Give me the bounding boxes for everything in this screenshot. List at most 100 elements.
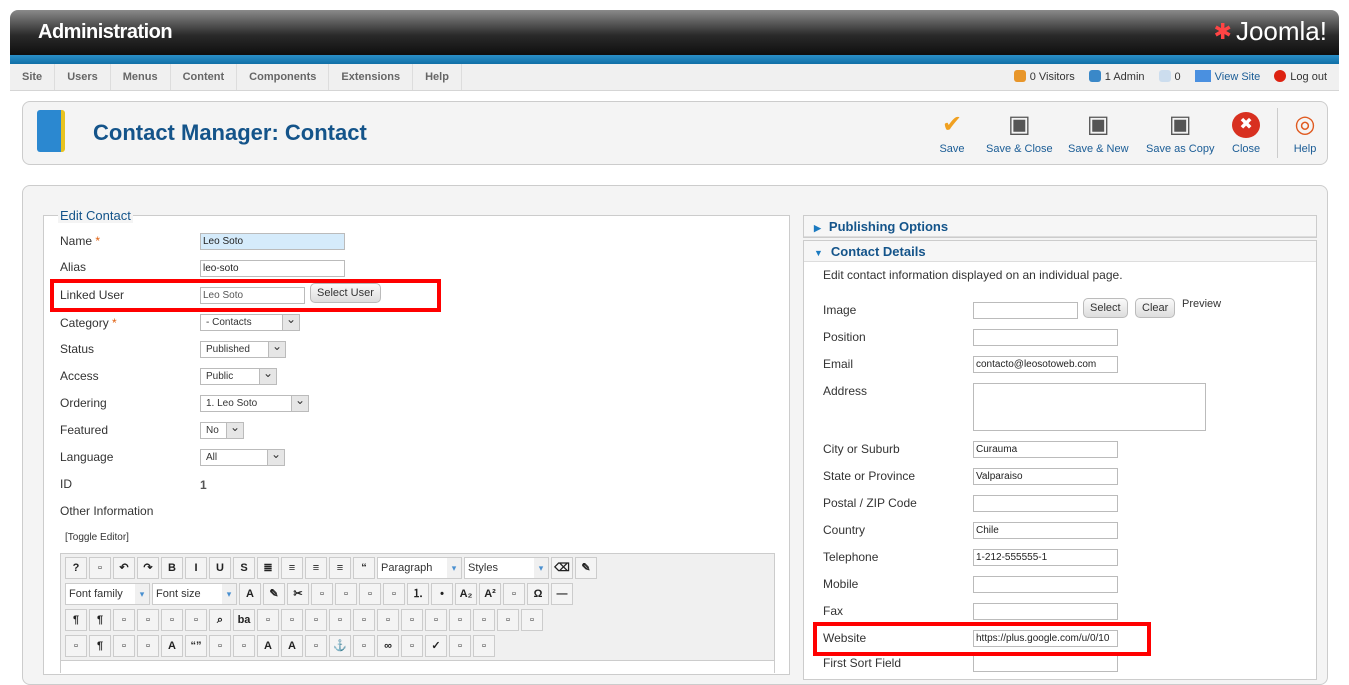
align-center-icon[interactable]: ≡ [281, 557, 303, 579]
alias-input[interactable]: leo-soto [200, 260, 345, 277]
ltr-icon[interactable]: ¶ [65, 609, 87, 631]
contact-details-header[interactable]: ▼ Contact Details [804, 241, 1316, 262]
text-color-icon[interactable]: A [239, 583, 261, 605]
cite-icon[interactable]: “” [185, 635, 207, 657]
preview-icon[interactable]: ▫ [137, 609, 159, 631]
editor-content-area[interactable] [61, 660, 774, 674]
publishing-options-panel[interactable]: ▶ Publishing Options [803, 215, 1317, 238]
insert-row-after-icon[interactable]: ▫ [377, 609, 399, 631]
font-size-select[interactable]: Font size [152, 583, 237, 605]
acronym-icon[interactable]: ▫ [233, 635, 255, 657]
layer-forward-icon[interactable]: ▫ [473, 635, 495, 657]
unlink-icon[interactable]: ▫ [353, 635, 375, 657]
link-icon[interactable]: ∞ [377, 635, 399, 657]
split-cells-icon[interactable]: ▫ [521, 609, 543, 631]
ins-icon[interactable]: A [281, 635, 303, 657]
postal-zip-code-input[interactable] [973, 495, 1118, 512]
language-select[interactable]: All [200, 449, 285, 466]
subscript-icon[interactable]: A₂ [455, 583, 477, 605]
status-select[interactable]: Published [200, 341, 286, 358]
row-before-icon[interactable]: ▫ [305, 609, 327, 631]
align-left-icon[interactable]: ≡ [305, 557, 327, 579]
mobile-input[interactable] [973, 576, 1118, 593]
fullscreen-icon[interactable]: ▫ [113, 609, 135, 631]
country-input[interactable]: Chile [973, 522, 1118, 539]
help-button[interactable]: ◎ Help [1291, 112, 1319, 156]
code-icon[interactable]: ▫ [161, 609, 183, 631]
abbr-icon[interactable]: ▫ [209, 635, 231, 657]
close-button[interactable]: ✖ Close [1232, 112, 1260, 155]
telephone-input[interactable]: 1-212-555555-1 [973, 549, 1118, 566]
font-family-select[interactable]: Font family [65, 583, 150, 605]
ordering-select[interactable]: 1. Leo Soto [200, 395, 309, 412]
pagebreak-icon[interactable]: ▫ [137, 635, 159, 657]
undo-icon[interactable]: ↶ [113, 557, 135, 579]
state-or-province-input[interactable]: Valparaiso [973, 468, 1118, 485]
spellcheck-icon[interactable]: ✓ [425, 635, 447, 657]
paragraph-select[interactable]: Paragraph [377, 557, 462, 579]
styles-select[interactable]: Styles [464, 557, 549, 579]
logout-link[interactable]: Log out [1274, 64, 1327, 90]
insert-row-before-icon[interactable]: ▫ [353, 609, 375, 631]
merge-cells-icon[interactable]: ▫ [497, 609, 519, 631]
underline-icon[interactable]: U [209, 557, 231, 579]
visual-aid-icon[interactable]: ▫ [65, 635, 87, 657]
superscript-icon[interactable]: A² [479, 583, 501, 605]
delete-col-icon[interactable]: ▫ [473, 609, 495, 631]
save-copy-button[interactable]: ▣ Save as Copy [1146, 112, 1214, 156]
save-button[interactable]: ✔ Save [938, 112, 966, 156]
position-input[interactable] [973, 329, 1118, 346]
delete-table-icon[interactable]: ▫ [281, 609, 303, 631]
save-close-button[interactable]: ▣ Save & Close [986, 112, 1053, 156]
italic-icon[interactable]: I [185, 557, 207, 579]
rtl-icon[interactable]: ¶ [89, 609, 111, 631]
fax-input[interactable] [973, 603, 1118, 620]
attributes-icon[interactable]: ▫ [305, 635, 327, 657]
col-after-icon[interactable]: ▫ [449, 609, 471, 631]
cut-icon[interactable]: ✂ [287, 583, 309, 605]
del-icon[interactable]: A [257, 635, 279, 657]
category-select[interactable]: - Contacts [200, 314, 300, 331]
strikethrough-icon[interactable]: S [233, 557, 255, 579]
menu-extensions[interactable]: Extensions [329, 64, 414, 90]
find-icon[interactable]: ⌕ [209, 609, 231, 631]
layer-icon[interactable]: ▫ [449, 635, 471, 657]
show-blocks-icon[interactable]: ¶ [89, 635, 111, 657]
view-site-link[interactable]: View Site [1194, 64, 1260, 90]
eraser-icon[interactable]: ⌫ [551, 557, 573, 579]
email-input[interactable]: contacto@leosotoweb.com [973, 356, 1118, 373]
menu-help[interactable]: Help [413, 64, 462, 90]
image-input[interactable] [973, 302, 1078, 319]
access-select[interactable]: Public [200, 368, 277, 385]
blockquote-icon[interactable]: “ [353, 557, 375, 579]
bullet-list-icon[interactable]: • [431, 583, 453, 605]
city-or-suburb-input[interactable]: Curauma [973, 441, 1118, 458]
brush-icon[interactable]: ✎ [575, 557, 597, 579]
font-style-icon[interactable]: ▫ [503, 583, 525, 605]
row-after-icon[interactable]: ▫ [329, 609, 351, 631]
bold-icon[interactable]: B [161, 557, 183, 579]
ordered-list-icon[interactable]: ⒈ [407, 583, 429, 605]
justify-icon[interactable]: ≣ [257, 557, 279, 579]
paste-icon[interactable]: ▫ [335, 583, 357, 605]
replace-icon[interactable]: ba [233, 609, 255, 631]
delete-row-icon[interactable]: ▫ [401, 609, 423, 631]
col-before-icon[interactable]: ▫ [425, 609, 447, 631]
menu-components[interactable]: Components [237, 64, 330, 90]
align-right-icon[interactable]: ≡ [329, 557, 351, 579]
help-icon[interactable]: ? [65, 557, 87, 579]
image-clear-button[interactable]: Clear [1135, 298, 1176, 318]
image-select-button[interactable]: Select [1083, 298, 1128, 318]
omega-icon[interactable]: Ω [527, 583, 549, 605]
styles-icon[interactable]: A [161, 635, 183, 657]
messages-status[interactable]: 0 [1158, 64, 1181, 90]
name-input[interactable]: Leo Soto [200, 233, 345, 250]
indent-icon[interactable]: ▫ [359, 583, 381, 605]
print-icon[interactable]: ▫ [185, 609, 207, 631]
copy-icon[interactable]: ▫ [311, 583, 333, 605]
redo-icon[interactable]: ↷ [137, 557, 159, 579]
table-icon[interactable]: ▫ [257, 609, 279, 631]
horizontal-rule-icon[interactable]: — [551, 583, 573, 605]
anchor-icon[interactable]: ⚓ [329, 635, 351, 657]
outdent-icon[interactable]: ▫ [383, 583, 405, 605]
